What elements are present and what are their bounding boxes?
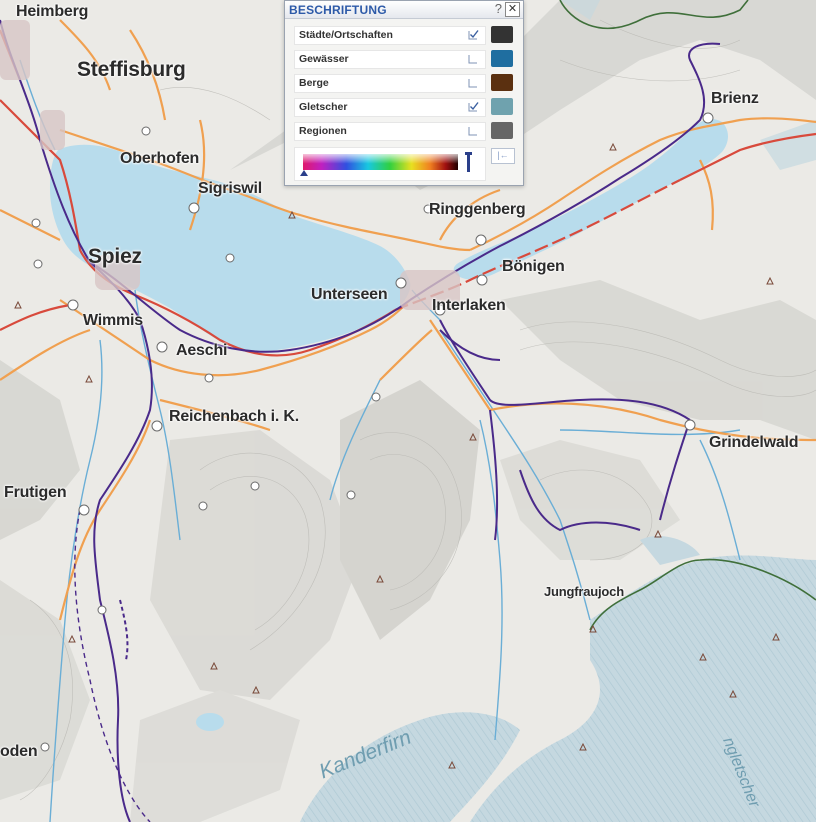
checkbox-unchecked-icon[interactable]: [468, 77, 479, 88]
layer-name: Berge: [299, 77, 329, 89]
help-icon[interactable]: ?: [495, 1, 502, 16]
place-label-grindelwald: Grindelwald: [709, 434, 799, 451]
brightness-slider[interactable]: [465, 152, 472, 172]
layer-color-swatch[interactable]: [491, 98, 513, 115]
place-label-aeschi: Aeschi: [176, 342, 228, 359]
layer-color-swatch[interactable]: [491, 122, 513, 139]
layer-color-swatch[interactable]: [491, 74, 513, 91]
place-label-interlaken: Interlaken: [432, 297, 506, 314]
panel-title: BESCHRIFTUNG: [289, 3, 387, 17]
place-label-sigriswil: Sigriswil: [198, 180, 262, 197]
place-label-jungfraujoch: Jungfraujoch: [544, 584, 624, 599]
checkbox-checked-icon[interactable]: [468, 29, 479, 40]
checkbox-unchecked-icon[interactable]: [468, 125, 479, 136]
place-label-unterseen: Unterseen: [311, 286, 388, 303]
layer-row[interactable]: Berge: [294, 74, 486, 93]
panel-header[interactable]: BESCHRIFTUNG ? ✕: [285, 1, 523, 19]
place-label-ringgenberg: Ringgenberg: [429, 201, 526, 218]
layer-row[interactable]: Städte/Ortschaften: [294, 26, 486, 45]
layer-row[interactable]: Gletscher: [294, 98, 486, 117]
reset-color-button[interactable]: |←: [491, 148, 515, 164]
color-gradient-picker[interactable]: [294, 147, 486, 181]
small-lake: [196, 713, 224, 731]
checkbox-unchecked-icon[interactable]: [468, 53, 479, 64]
place-label-wimmis: Wimmis: [83, 312, 144, 329]
layer-name: Regionen: [299, 125, 347, 137]
layer-row[interactable]: Gewässer: [294, 50, 486, 69]
place-label-steffisburg: Steffisburg: [77, 58, 186, 81]
layer-row[interactable]: Regionen: [294, 122, 486, 141]
layer-name: Gletscher: [299, 101, 348, 113]
place-label-brienz: Brienz: [711, 90, 759, 107]
gradient-position-marker[interactable]: [300, 170, 308, 176]
place-label-oden: oden: [0, 743, 38, 760]
place-label-reichenbach: Reichenbach i. K.: [169, 408, 299, 425]
place-label-spiez: Spiez: [88, 245, 142, 268]
labeling-panel: BESCHRIFTUNG ? ✕ Städte/Ortschaften Gewäs…: [284, 0, 524, 186]
layer-color-swatch[interactable]: [491, 26, 513, 43]
checkbox-checked-icon[interactable]: [468, 101, 479, 112]
layer-color-swatch[interactable]: [491, 50, 513, 67]
place-label-frutigen: Frutigen: [4, 484, 67, 501]
place-label-oberhofen: Oberhofen: [120, 150, 200, 167]
layer-name: Gewässer: [299, 53, 349, 65]
layer-name: Städte/Ortschaften: [299, 29, 393, 41]
color-gradient-bar[interactable]: [303, 154, 458, 170]
place-label-boenigen: Bönigen: [502, 258, 565, 275]
close-button[interactable]: ✕: [505, 2, 520, 17]
place-label-heimberg: Heimberg: [16, 3, 89, 20]
